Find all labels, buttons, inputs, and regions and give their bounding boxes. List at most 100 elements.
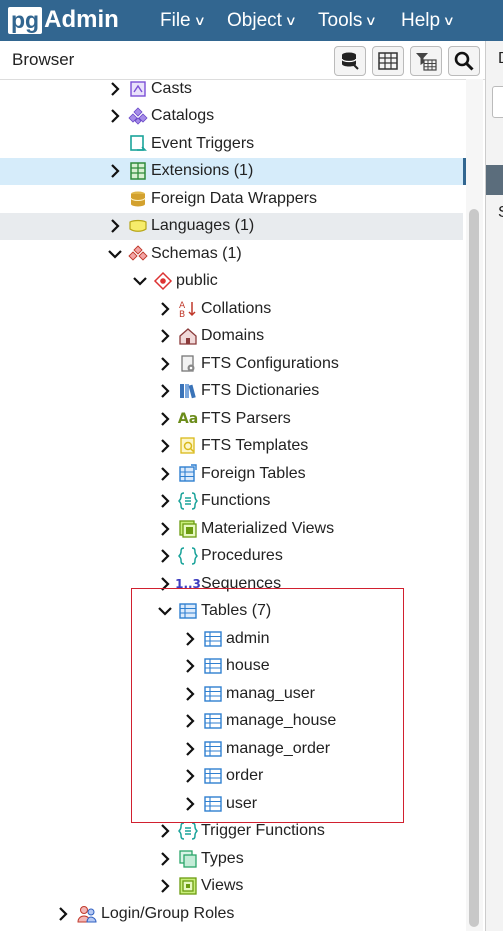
tree-node-manage-order[interactable]: manage_order (0, 735, 463, 762)
menu-file[interactable]: File ∨ (160, 0, 206, 41)
logo-pg-text: pg (8, 6, 43, 34)
chevron-right-icon[interactable] (158, 549, 172, 563)
tree-node-label: Collations (201, 299, 272, 317)
chevron-right-icon[interactable] (183, 686, 197, 701)
chevron-right-icon[interactable] (108, 219, 122, 233)
menu-tools[interactable]: Tools ∨ (318, 0, 377, 41)
scrollbar-thumb[interactable] (469, 209, 479, 927)
tree-node-public[interactable]: public (0, 268, 463, 295)
table-icon (203, 711, 223, 731)
tree-node-label: Views (201, 877, 244, 894)
tree-node-label: Schemas (1) (151, 244, 242, 262)
chevron-right-icon[interactable] (158, 521, 172, 536)
menu-help[interactable]: Help ∨ (401, 0, 455, 41)
catalogs-icon (128, 106, 148, 126)
chevron-right-icon[interactable] (158, 301, 172, 316)
fts-templates-icon (178, 436, 198, 456)
tree-scrollbar[interactable] (466, 79, 483, 931)
chevron-right-icon[interactable] (158, 879, 172, 893)
chevron-right-icon[interactable] (183, 714, 197, 728)
chevron-right-icon[interactable] (183, 796, 197, 811)
chevron-right-icon[interactable] (108, 109, 122, 123)
tree-node-manag-user[interactable]: manag_user (0, 680, 463, 707)
tree-node-fts-templates[interactable]: FTS Templates (0, 433, 463, 460)
tree-node-label: Types (201, 849, 244, 867)
tree-node-tables-7[interactable]: Tables (7) (0, 598, 463, 625)
tree-node-user[interactable]: user (0, 790, 463, 817)
chevron-right-icon[interactable] (158, 494, 172, 508)
tree-node-manage-house[interactable]: manage_house (0, 708, 463, 735)
tree-node-types[interactable]: Types (0, 845, 463, 872)
table-icon (203, 739, 223, 759)
chevron-down-icon[interactable] (158, 604, 172, 618)
tree-node-label: user (226, 794, 258, 812)
chevron-right-icon[interactable] (183, 769, 197, 783)
tree-node-login-group-roles[interactable]: Login/Group Roles (0, 900, 463, 927)
tree-node-order[interactable]: order (0, 763, 463, 790)
tree-node-casts[interactable]: Casts (0, 79, 463, 102)
chevron-right-icon[interactable] (158, 576, 172, 591)
menu-object[interactable]: Object ∨ (227, 0, 297, 41)
tree-node-foreign-data-wrappers[interactable]: Foreign Data Wrappers (0, 185, 463, 212)
tree-node-label: Login/Group Roles (101, 904, 235, 922)
tree-node-house[interactable]: house (0, 653, 463, 680)
tree-node-procedures[interactable]: Procedures (0, 543, 463, 570)
tree-node-views[interactable]: Views (0, 873, 463, 900)
chevron-right-icon[interactable] (158, 329, 172, 343)
search-objects-button[interactable] (448, 46, 480, 76)
chevron-right-icon[interactable] (56, 906, 70, 921)
view-data-button[interactable] (372, 46, 404, 76)
tree-node-label: order (226, 767, 264, 784)
tree-node-label: FTS Configurations (201, 354, 339, 372)
chevron-right-icon[interactable] (158, 824, 172, 838)
chevron-right-icon[interactable] (158, 439, 172, 453)
tree-node-label: Foreign Data Wrappers (151, 189, 317, 207)
tree-node-event-triggers[interactable]: Event Triggers (0, 130, 463, 157)
chevron-down-icon: ∨ (193, 12, 206, 28)
tree-node-extensions-1[interactable]: Extensions (1) (0, 157, 466, 185)
tree-node-materialized-views[interactable]: Materialized Views (0, 515, 463, 542)
login-group-roles-icon (77, 904, 97, 924)
tree-node-domains[interactable]: Domains (0, 323, 463, 350)
tree-node-fts-dictionaries[interactable]: FTS Dictionaries (0, 378, 463, 405)
event-triggers-icon (128, 134, 148, 154)
tree-node-label: Tables (7) (201, 602, 272, 619)
schema-public-icon (153, 271, 173, 291)
tree-node-label: admin (226, 629, 270, 647)
tree-node-label: FTS Dictionaries (201, 382, 320, 399)
query-tool-button[interactable] (334, 46, 366, 76)
chevron-right-icon[interactable] (158, 411, 172, 426)
tree-node-label: house (226, 657, 270, 674)
chevron-down-icon[interactable] (133, 274, 147, 288)
chevron-right-icon[interactable] (158, 384, 172, 398)
tree-node-collations[interactable]: A B Collations (0, 295, 463, 322)
tree-node-catalogs[interactable]: Catalogs (0, 103, 463, 130)
pgadmin-logo[interactable]: pg Admin (8, 5, 119, 35)
filtered-rows-button[interactable] (410, 46, 442, 76)
tree-node-foreign-tables[interactable]: Foreign Tables (0, 460, 463, 487)
table-icon (203, 794, 223, 814)
chevron-right-icon[interactable] (183, 631, 197, 646)
chevron-right-icon[interactable] (183, 659, 197, 673)
panel-toolbar-button[interactable] (492, 86, 503, 118)
tree-node-fts-configurations[interactable]: FTS Configurations (0, 350, 463, 377)
chevron-right-icon[interactable] (158, 851, 172, 866)
chevron-right-icon[interactable] (108, 164, 122, 178)
tree-node-languages-1[interactable]: Languages (1) (0, 212, 463, 240)
chevron-down-icon[interactable] (108, 247, 122, 261)
panel-dark-tab[interactable] (486, 165, 503, 195)
chevron-right-icon[interactable] (108, 81, 122, 96)
tree-node-label: FTS Parsers (201, 409, 291, 427)
tree-node-admin[interactable]: admin (0, 625, 463, 652)
chevron-right-icon[interactable] (158, 356, 172, 371)
tree-node-sequences[interactable]: 1..3 Sequences (0, 570, 463, 597)
menu-help-label: Help (401, 9, 441, 31)
chevron-right-icon[interactable] (183, 741, 197, 756)
tree-node-functions[interactable]: Functions (0, 488, 463, 515)
tree-node-trigger-functions[interactable]: Trigger Functions (0, 818, 463, 845)
tree-node-label: public (176, 272, 218, 289)
tree-node-fts-parsers[interactable]: Aa FTS Parsers (0, 405, 463, 432)
extensions-icon (128, 161, 148, 181)
chevron-right-icon[interactable] (158, 466, 172, 481)
tree-node-schemas-1[interactable]: Schemas (1) (0, 240, 463, 267)
